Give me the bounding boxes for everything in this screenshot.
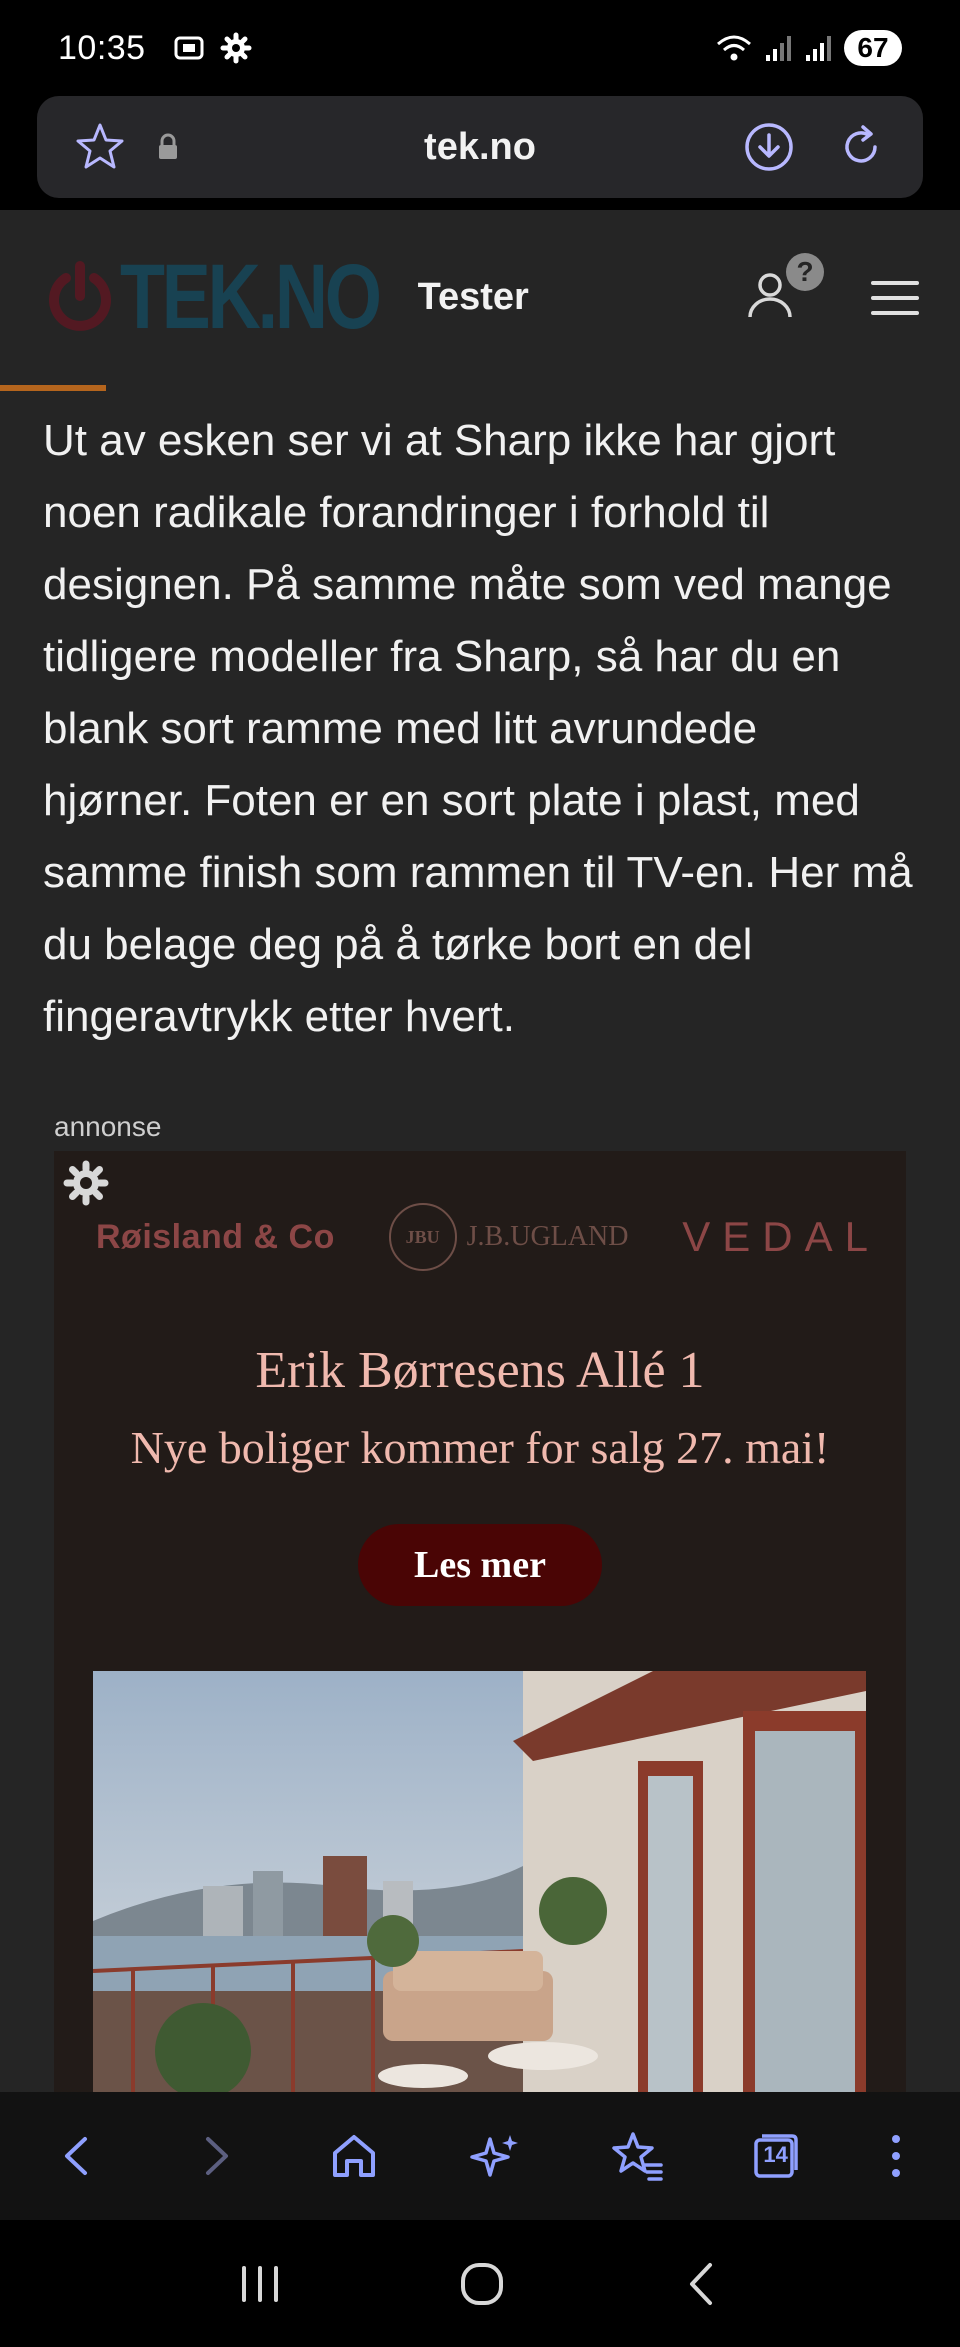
ad-settings-gear-icon[interactable]: [62, 1159, 110, 1207]
browser-toolbar: 14: [0, 2092, 960, 2220]
tabs-button[interactable]: 14: [752, 2132, 800, 2180]
status-icons-left: [172, 31, 252, 65]
more-menu-icon[interactable]: [886, 2129, 906, 2183]
header-actions: ?: [746, 253, 920, 330]
download-icon[interactable]: [743, 121, 795, 173]
ad-title: Erik Børresens Allé 1: [255, 1342, 705, 1399]
brand-roisland: Røisland & Co: [96, 1217, 335, 1256]
jbu-seal-icon: JBU: [388, 1203, 457, 1271]
back-nav-icon[interactable]: [680, 2259, 724, 2309]
progress-accent-line: [0, 385, 106, 391]
sparkle-ai-icon[interactable]: [468, 2129, 522, 2183]
power-logo-icon: [49, 260, 111, 331]
status-time: 10:35: [58, 28, 146, 67]
hamburger-menu-icon[interactable]: [870, 273, 920, 323]
bookmark-star-icon[interactable]: [73, 120, 127, 174]
site-header: TEK.NO Tester ?: [0, 210, 960, 391]
signal-icon: [806, 36, 831, 61]
ad-label: annonse: [54, 1111, 162, 1142]
address-bar[interactable]: tek.no: [37, 96, 923, 198]
signal-icon: [766, 36, 791, 61]
web-page: TEK.NO Tester ? Ut av esken ser vi at Sh…: [0, 210, 960, 2092]
ad-subtitle: Nye boliger kommer for salg 27. mai!: [130, 1422, 830, 1473]
ad-brand-row: Røisland & Co JBU J.B.UGLAND VEDAL: [54, 1203, 906, 1271]
system-navigation-bar: [0, 2220, 960, 2347]
wifi-icon: [717, 35, 751, 61]
screenshot-icon: [174, 36, 204, 60]
recent-apps-icon[interactable]: [236, 2262, 284, 2306]
ad-read-more-button[interactable]: Les mer: [358, 1524, 602, 1606]
ad-photo-balcony[interactable]: [93, 1671, 866, 2092]
brand-jbugland: JBU J.B.UGLAND: [388, 1203, 629, 1271]
help-badge: ?: [786, 253, 824, 291]
account-button[interactable]: ?: [746, 253, 824, 330]
logo-text: TEK.NO: [120, 246, 382, 348]
brand-jbugland-text: J.B.UGLAND: [466, 1221, 629, 1252]
lock-icon: [159, 133, 177, 159]
address-bar-actions: [743, 121, 887, 173]
article-paragraph: Ut av esken ser vi at Sharp ikke har gjo…: [43, 416, 913, 1041]
site-logo[interactable]: TEK.NO: [40, 245, 444, 350]
tab-count-label: 14: [763, 2142, 788, 2167]
forward-icon[interactable]: [190, 2131, 240, 2181]
status-icons-right: 67: [714, 30, 902, 66]
battery-indicator: 67: [844, 30, 902, 66]
ad-banner[interactable]: Røisland & Co JBU J.B.UGLAND VEDAL Erik …: [54, 1151, 906, 2092]
brand-vedal: VEDAL: [682, 1213, 880, 1260]
bookmarks-icon[interactable]: [609, 2129, 665, 2183]
reload-icon[interactable]: [835, 121, 887, 173]
settings-gear-icon: [220, 32, 252, 64]
home-nav-icon[interactable]: [457, 2259, 507, 2309]
status-bar: 10:35 67: [0, 0, 960, 96]
back-icon[interactable]: [53, 2131, 103, 2181]
home-icon[interactable]: [327, 2129, 381, 2183]
